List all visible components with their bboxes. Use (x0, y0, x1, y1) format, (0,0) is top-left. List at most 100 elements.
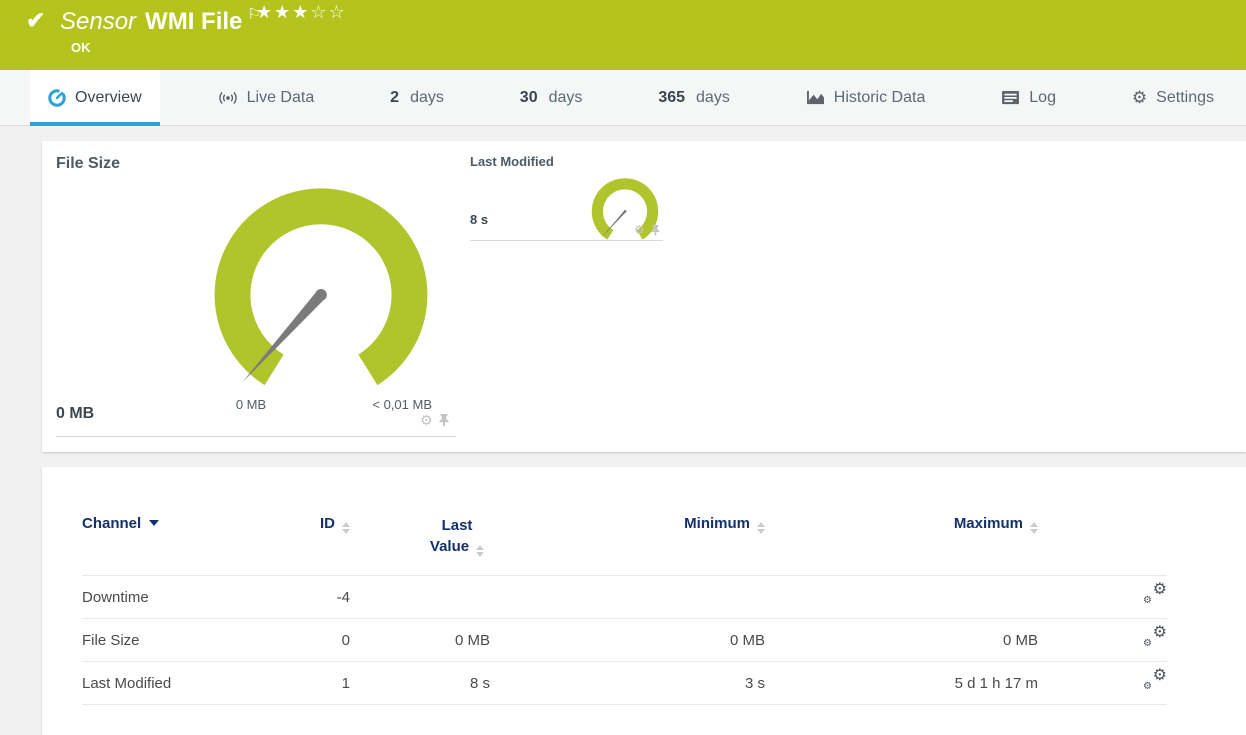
tab-label: Overview (75, 88, 142, 106)
channel-name: Downtime (82, 575, 272, 619)
channel-minimum: 3 s (490, 661, 765, 705)
gear-icon: ⚙ (1143, 638, 1152, 649)
tab-label: Log (1029, 88, 1056, 106)
table-bottom-border-row (82, 704, 1167, 705)
broadcast-icon (218, 91, 237, 104)
channel-maximum (765, 575, 1038, 619)
tab-live-data[interactable]: Live Data (200, 70, 333, 125)
table-row-file-size: File Size 0 0 MB 0 MB 0 MB ⚙ ⚙ (82, 618, 1167, 662)
channel-maximum: 5 d 1 h 17 m (765, 661, 1038, 705)
channel-id: 1 (272, 661, 350, 705)
channel-last-value: 8 s (350, 661, 490, 705)
sort-arrows-icon[interactable] (757, 522, 765, 534)
channel-minimum (490, 575, 765, 619)
last-modified-gauge-title: Last Modified (470, 154, 554, 169)
tab-30-days[interactable]: 30 days (502, 70, 601, 125)
sensor-status-banner: ✔ Sensor WMI File ⚐ ★★★☆☆ OK (0, 0, 1246, 70)
channel-table: Channel ID Last Value Minimum Maximum Do… (82, 507, 1167, 705)
channel-last-value: 0 MB (350, 618, 490, 662)
tab-overview[interactable]: Overview (30, 70, 160, 126)
file-size-gauge-actions: ⚙ (420, 413, 449, 427)
channel-name: Last Modified (82, 661, 272, 705)
tab-number: 365 (658, 88, 686, 106)
log-icon (1002, 90, 1020, 105)
column-header-channel[interactable]: Channel (82, 507, 272, 576)
channel-actions: ⚙ ⚙ (1038, 661, 1167, 705)
sort-arrows-icon[interactable] (342, 522, 350, 534)
gauges-panel: File Size 0 MB 0 MB < 0,01 MB ⚙ Last Mod… (42, 141, 1246, 452)
file-size-gauge-min-label: 0 MB (235, 397, 267, 412)
tab-label: days (548, 88, 583, 106)
sensor-status-badge: OK (71, 40, 91, 55)
channel-actions: ⚙ ⚙ (1038, 618, 1167, 662)
column-label: Channel (82, 515, 142, 532)
star-filled-icons[interactable]: ★★★ (256, 2, 310, 22)
tab-label: Live Data (246, 88, 315, 106)
channels-panel: Channel ID Last Value Minimum Maximum Do… (42, 467, 1246, 735)
gear-icon: ⚙ (1152, 581, 1167, 598)
channel-id: -4 (272, 575, 350, 619)
tab-settings[interactable]: ⚙ Settings (1114, 70, 1232, 125)
channel-maximum: 0 MB (765, 618, 1038, 662)
column-header-minimum[interactable]: Minimum (490, 507, 765, 576)
gear-icon: ⚙ (1152, 624, 1167, 641)
pin-icon[interactable] (439, 413, 449, 427)
gear-icon: ⚙ (1131, 88, 1148, 107)
pin-icon[interactable] (651, 224, 660, 236)
tab-label: Settings (1156, 88, 1214, 106)
sensor-name: WMI File (145, 8, 243, 35)
column-label: Maximum (953, 515, 1023, 532)
tab-label: days (410, 88, 444, 106)
channel-id: 0 (272, 618, 350, 662)
sort-arrows-icon[interactable] (1030, 522, 1038, 534)
column-header-maximum[interactable]: Maximum (765, 507, 1038, 576)
column-header-id[interactable]: ID (272, 507, 350, 576)
gear-icon[interactable]: ⚙ (420, 413, 433, 427)
channel-actions: ⚙ ⚙ (1038, 575, 1167, 619)
priority-stars[interactable]: ★★★☆☆ (256, 2, 347, 23)
file-size-gauge-title: File Size (56, 155, 121, 172)
tab-label: Historic Data (833, 88, 926, 106)
tab-2-days[interactable]: 2 days (372, 70, 462, 125)
channel-settings-icon[interactable]: ⚙ ⚙ (1143, 624, 1167, 649)
last-modified-gauge-actions: ⚙ (634, 224, 660, 236)
column-label: ID (320, 515, 335, 532)
sort-arrows-icon[interactable] (476, 545, 485, 557)
gear-icon: ⚙ (1143, 681, 1152, 692)
area-chart-icon (806, 90, 824, 104)
column-header-last-value[interactable]: Last Value (350, 507, 490, 576)
channel-settings-icon[interactable]: ⚙ ⚙ (1143, 667, 1167, 692)
tab-historic-data[interactable]: Historic Data (788, 70, 944, 125)
file-size-gauge-max-label: < 0,01 MB (372, 397, 432, 412)
tab-number: 2 (390, 88, 400, 106)
chevron-down-icon (149, 520, 160, 526)
tab-label: days (696, 88, 730, 106)
page-title: Sensor WMI File ⚐ (60, 5, 261, 36)
file-size-module-divider (56, 436, 456, 437)
table-row-last-modified: Last Modified 1 8 s 3 s 5 d 1 h 17 m ⚙ ⚙ (82, 661, 1167, 705)
channel-table-header-row: Channel ID Last Value Minimum Maximum (82, 507, 1167, 576)
channel-name: File Size (82, 618, 272, 662)
column-label: Last Value (429, 517, 473, 555)
file-size-gauge (214, 188, 428, 386)
star-empty-icons[interactable]: ☆☆ (310, 2, 346, 22)
channel-settings-icon[interactable]: ⚙ ⚙ (1143, 581, 1167, 606)
last-modified-module-divider (470, 240, 663, 241)
tab-bar: Overview Live Data 2 days 30 days 365 da… (0, 70, 1246, 126)
file-size-current-value: 0 MB (56, 405, 95, 422)
sensor-overview-page: ✔ Sensor WMI File ⚐ ★★★☆☆ OK Overview Li… (0, 0, 1246, 735)
sensor-type-label: Sensor (60, 8, 137, 35)
tab-365-days[interactable]: 365 days (640, 70, 748, 125)
gear-icon[interactable]: ⚙ (634, 224, 645, 236)
table-row-downtime: Downtime -4 ⚙ ⚙ (82, 575, 1167, 619)
tab-log[interactable]: Log (983, 70, 1074, 125)
column-header-actions (1038, 507, 1167, 576)
gear-icon: ⚙ (1143, 595, 1152, 606)
tab-number: 30 (519, 88, 538, 106)
gear-icon: ⚙ (1152, 667, 1167, 684)
status-ok-check-icon: ✔ (26, 7, 46, 33)
last-modified-current-value: 8 s (470, 212, 489, 227)
channel-minimum: 0 MB (490, 618, 765, 662)
column-label: Minimum (684, 515, 750, 532)
channel-last-value (350, 575, 490, 619)
